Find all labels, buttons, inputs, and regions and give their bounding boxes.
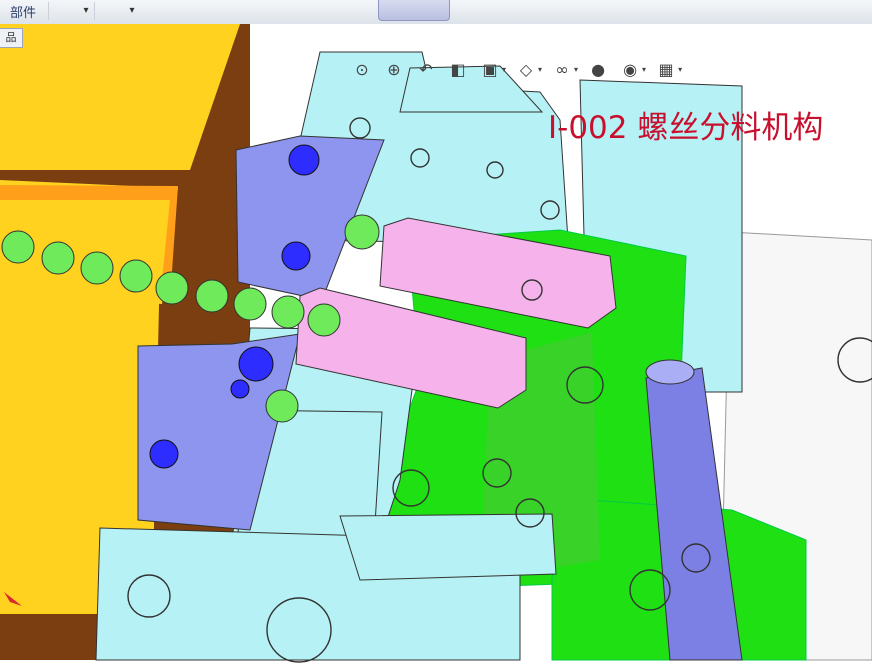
hide-show-icon[interactable]: ∞ bbox=[550, 57, 574, 81]
dropdown-2[interactable]: ▾ bbox=[94, 2, 169, 20]
side-panel-tab[interactable]: 品 bbox=[0, 28, 23, 48]
scene-icon[interactable]: ◉ bbox=[618, 57, 642, 81]
chevron-down-icon[interactable]: ▾ bbox=[678, 65, 682, 74]
part-label: 部件 bbox=[10, 6, 37, 21]
appearance-icon[interactable]: ● bbox=[586, 57, 610, 81]
toolbar-button[interactable] bbox=[378, 0, 450, 21]
chevron-down-icon: ▾ bbox=[83, 5, 89, 16]
display-style-icon[interactable]: ◇ bbox=[514, 57, 538, 81]
3d-viewport[interactable]: ⊙ ⊕ ↶ ◧ ▣ ▾ ◇ ▾ ∞ ▾ ● ◉ ▾ ▦ ▾ I-002 螺丝分料… bbox=[0, 24, 872, 665]
view-toolbar: ⊙ ⊕ ↶ ◧ ▣ ▾ ◇ ▾ ∞ ▾ ● ◉ ▾ ▦ ▾ bbox=[350, 54, 682, 84]
zoom-area-icon[interactable]: ⊕ bbox=[382, 57, 406, 81]
chevron-down-icon[interactable]: ▾ bbox=[574, 65, 578, 74]
zoom-fit-icon[interactable]: ⊙ bbox=[350, 57, 374, 81]
chevron-down-icon[interactable]: ▾ bbox=[642, 65, 646, 74]
chevron-down-icon[interactable]: ▾ bbox=[538, 65, 542, 74]
page-title: I-002 螺丝分料机构 bbox=[548, 110, 824, 146]
previous-view-icon[interactable]: ↶ bbox=[414, 57, 438, 81]
chevron-down-icon: ▾ bbox=[129, 5, 135, 16]
section-view-icon[interactable]: ◧ bbox=[446, 57, 470, 81]
view-orientation-icon[interactable]: ▣ bbox=[478, 57, 502, 81]
chevron-down-icon[interactable]: ▾ bbox=[502, 65, 506, 74]
view-settings-icon[interactable]: ▦ bbox=[654, 57, 678, 81]
title-bar: 部件 ▾ ▾ bbox=[0, 0, 872, 25]
